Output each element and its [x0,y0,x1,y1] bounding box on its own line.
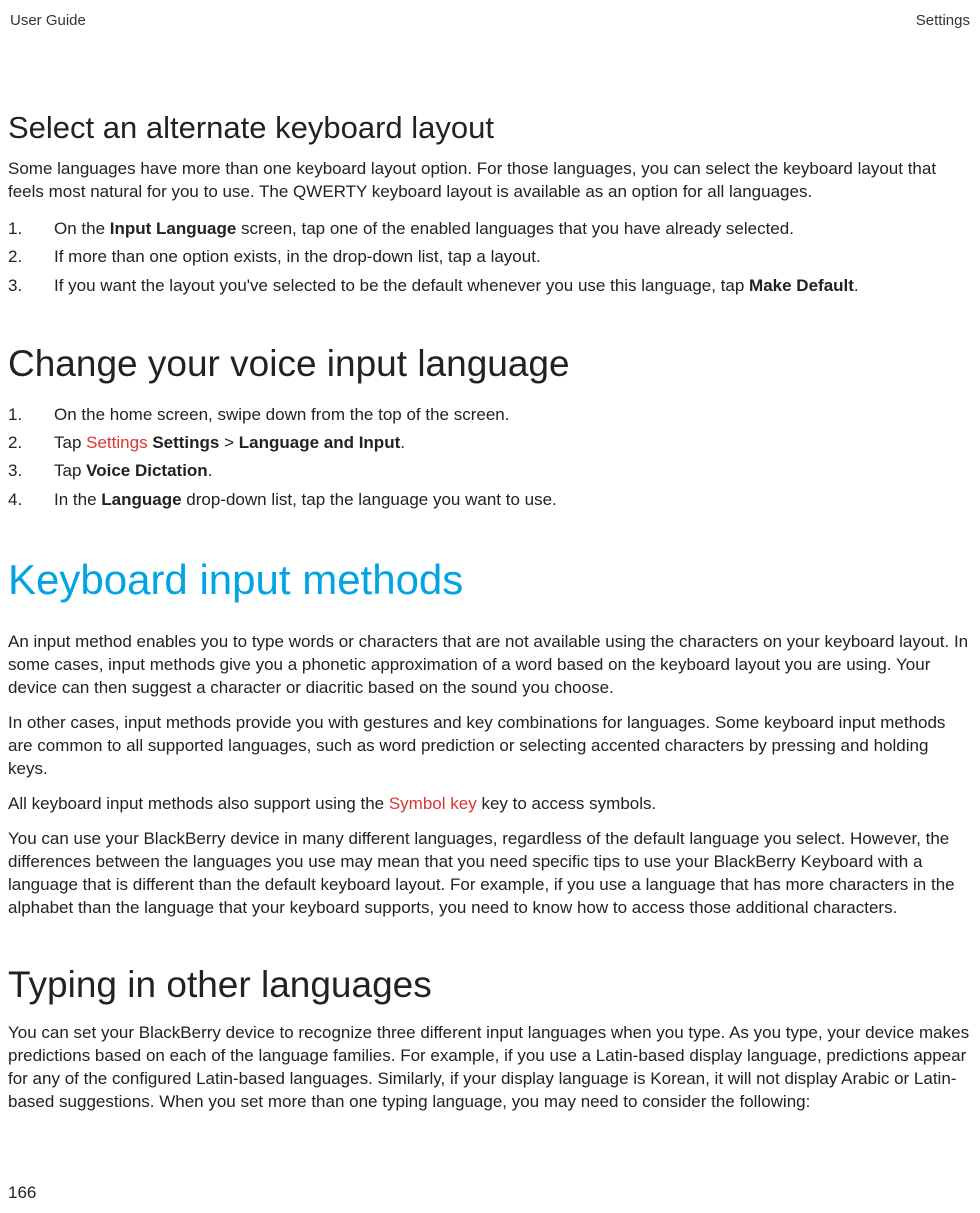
step-text: Tap [54,461,86,480]
section3-p1: An input method enables you to type word… [8,631,972,700]
step-bold: Language [101,490,181,509]
section1-title: Select an alternate keyboard layout [8,109,972,146]
step-number: 3. [8,458,22,484]
step-text: . [854,276,859,295]
page-header: User Guide Settings [8,12,972,29]
step-bold: Settings [152,433,219,452]
section2-steps: 1. On the home screen, swipe down from t… [8,402,972,513]
section1-intro: Some languages have more than one keyboa… [8,158,972,204]
page-number: 166 [8,1183,36,1203]
step-text: drop-down list, tap the language you wan… [182,490,557,509]
step-text: screen, tap one of the enabled languages… [236,219,794,238]
header-right: Settings [916,12,970,29]
list-item: 3. If you want the layout you've selecte… [8,273,972,299]
step-text: . [400,433,405,452]
step-text: If more than one option exists, in the d… [54,247,541,266]
step-bold: Make Default [749,276,854,295]
step-text: In the [54,490,101,509]
list-item: 2. Tap Settings Settings > Language and … [8,430,972,456]
step-number: 2. [8,244,22,270]
section4-p1: You can set your BlackBerry device to re… [8,1022,972,1114]
step-text: On the home screen, swipe down from the … [54,405,509,424]
list-item: 4. In the Language drop-down list, tap t… [8,487,972,513]
step-text: > [219,433,238,452]
symbol-key-icon: Symbol key [389,794,477,813]
section3-p4: You can use your BlackBerry device in ma… [8,828,972,920]
section4-title: Typing in other languages [8,964,972,1007]
step-text: Tap [54,433,86,452]
list-item: 2. If more than one option exists, in th… [8,244,972,270]
settings-icon: Settings [86,433,147,452]
step-text: If you want the layout you've selected t… [54,276,749,295]
list-item: 1. On the home screen, swipe down from t… [8,402,972,428]
step-bold: Language and Input [239,433,401,452]
p3-post: key to access symbols. [477,794,657,813]
step-text: . [208,461,213,480]
p3-pre: All keyboard input methods also support … [8,794,389,813]
list-item: 1. On the Input Language screen, tap one… [8,216,972,242]
step-bold: Input Language [110,219,237,238]
step-text: On the [54,219,110,238]
step-number: 2. [8,430,22,456]
section1-steps: 1. On the Input Language screen, tap one… [8,216,972,299]
section3-title: Keyboard input methods [8,557,972,603]
step-number: 3. [8,273,22,299]
step-number: 1. [8,216,22,242]
section2-title: Change your voice input language [8,343,972,386]
list-item: 3. Tap Voice Dictation. [8,458,972,484]
header-left: User Guide [10,12,86,29]
step-bold: Voice Dictation [86,461,208,480]
step-number: 4. [8,487,22,513]
step-number: 1. [8,402,22,428]
section3-p2: In other cases, input methods provide yo… [8,712,972,781]
section3-p3: All keyboard input methods also support … [8,793,972,816]
